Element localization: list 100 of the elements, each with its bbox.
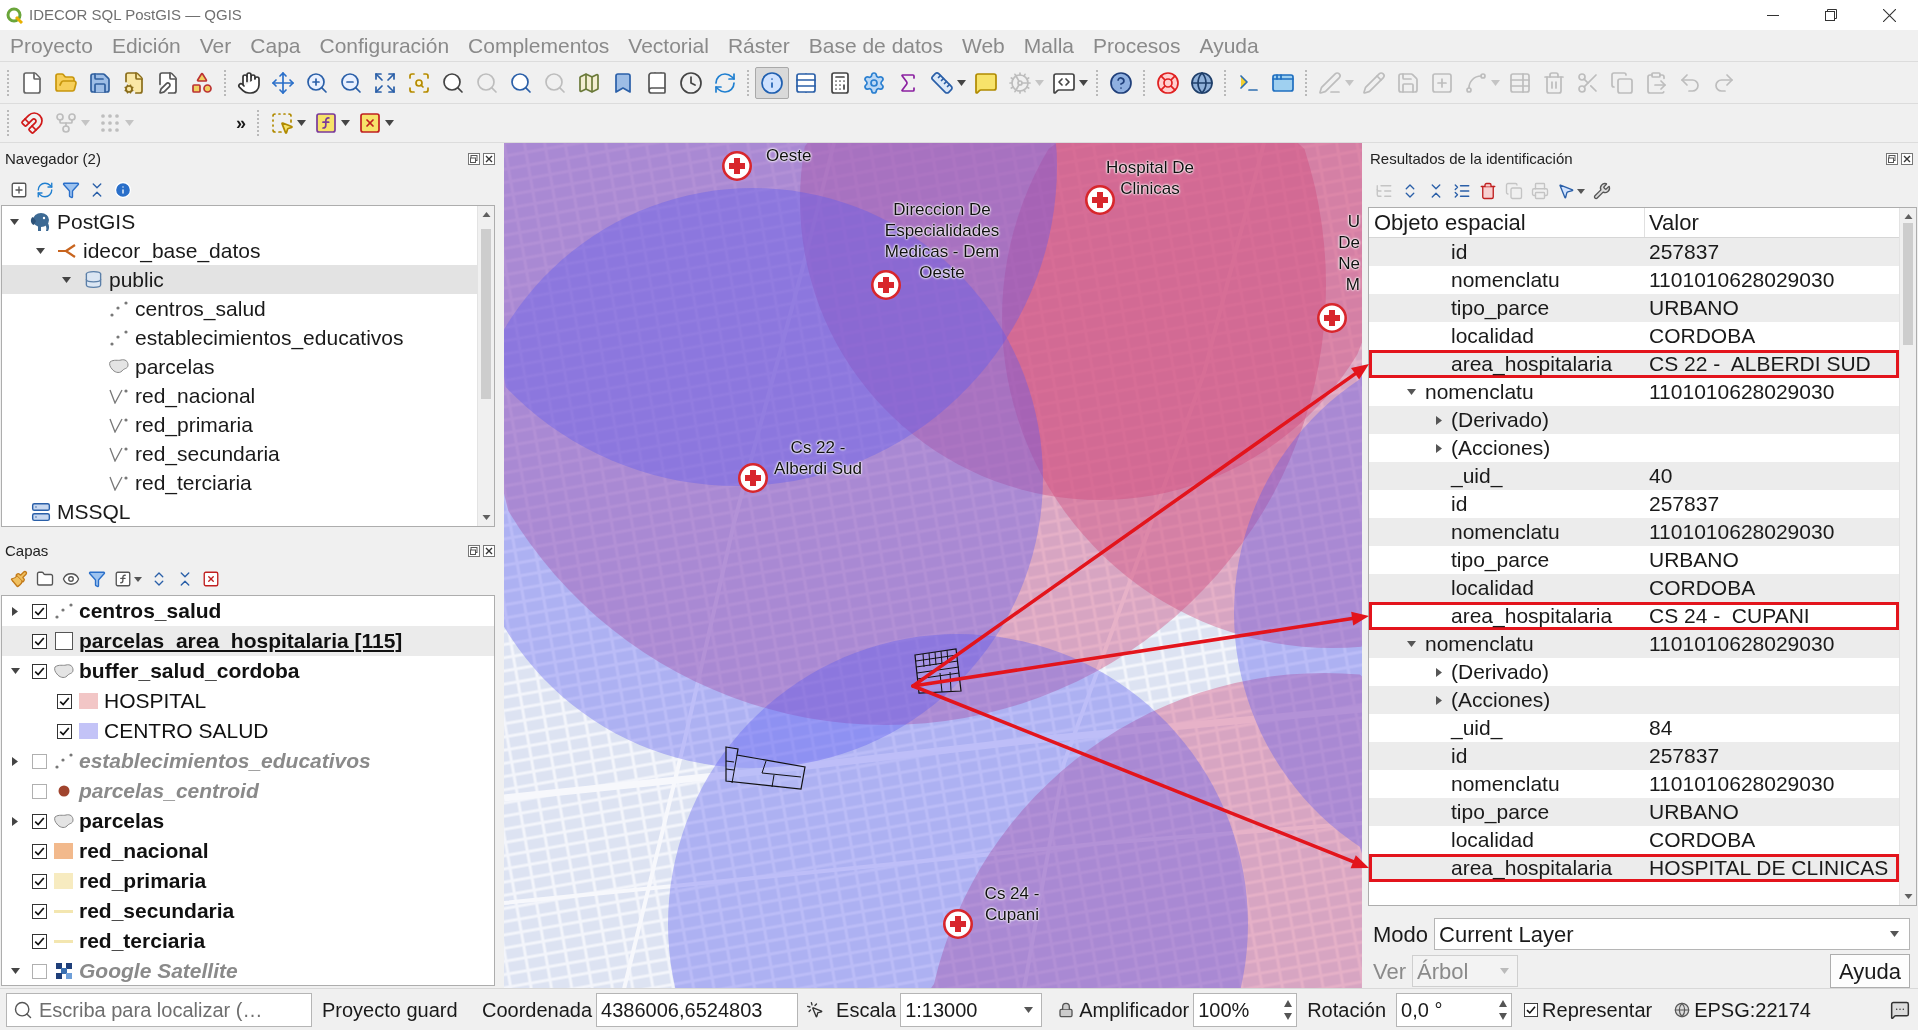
layer-item[interactable]: HOSPITAL xyxy=(2,686,494,716)
save-icon[interactable] xyxy=(88,70,112,95)
caret-down-icon[interactable] xyxy=(1406,389,1416,395)
caret-right-icon[interactable] xyxy=(1436,667,1442,677)
filter-icon[interactable] xyxy=(62,181,80,199)
close-icon[interactable] xyxy=(483,153,495,165)
globe-icon[interactable] xyxy=(1190,70,1214,95)
close-icon[interactable] xyxy=(1901,153,1913,165)
trash-icon[interactable] xyxy=(1479,182,1497,200)
caret-right-icon[interactable] xyxy=(12,756,18,766)
tree-item[interactable]: establecimientos_educativos xyxy=(2,323,477,352)
caret-down-icon[interactable] xyxy=(10,968,20,974)
calculator-icon[interactable] xyxy=(828,70,852,95)
caret-down-icon[interactable] xyxy=(134,576,142,582)
caret-down-icon[interactable] xyxy=(1890,931,1899,937)
pointer-icon[interactable] xyxy=(806,1000,825,1019)
move-arrows-icon[interactable] xyxy=(271,70,295,95)
crs-button[interactable]: EPSG:22174 xyxy=(1674,994,1811,1025)
checkbox[interactable] xyxy=(32,813,47,829)
result-row[interactable]: localidad CORDOBA xyxy=(1369,574,1899,602)
result-row[interactable]: nomenclatu 1101010628029030 xyxy=(1369,630,1899,658)
ruler-icon[interactable] xyxy=(930,70,954,95)
tree-item[interactable]: red_secundaria xyxy=(2,439,477,468)
caret-down-icon[interactable] xyxy=(341,120,350,126)
clock-icon[interactable] xyxy=(679,70,703,95)
magnifier-spinbox[interactable]: 100% xyxy=(1193,992,1298,1027)
tree-item[interactable]: red_terciaria xyxy=(2,468,477,497)
expand-arrows-icon[interactable] xyxy=(373,70,397,95)
refresh-icon[interactable] xyxy=(36,181,54,199)
magnifier-icon[interactable] xyxy=(509,70,533,95)
help-icon[interactable] xyxy=(1109,70,1133,95)
document-pen-icon[interactable] xyxy=(156,70,180,95)
checkbox[interactable] xyxy=(32,633,47,649)
result-row[interactable]: (Acciones) xyxy=(1369,686,1899,714)
layer-item[interactable]: red_nacional xyxy=(2,836,494,866)
caret-right-icon[interactable] xyxy=(1436,695,1442,705)
caret-down-icon[interactable] xyxy=(957,79,966,86)
close-icon[interactable] xyxy=(1882,8,1896,22)
scroll-down-icon[interactable] xyxy=(481,515,491,520)
code-bubble-icon[interactable] xyxy=(1052,70,1076,95)
eye-icon[interactable] xyxy=(62,570,80,588)
caret-down-icon[interactable] xyxy=(385,120,394,126)
caret-right-icon[interactable] xyxy=(12,816,18,826)
caret-right-icon[interactable] xyxy=(12,606,18,616)
scroll-up-icon[interactable] xyxy=(481,212,491,217)
result-row[interactable]: area_hospitalaria CS 22 - ALBERDI SUD xyxy=(1369,350,1899,378)
mode-combobox[interactable]: Current Layer xyxy=(1434,918,1910,950)
locator-field[interactable]: Escriba para localizar (… xyxy=(6,992,312,1027)
folder-plus-icon[interactable] xyxy=(36,570,54,588)
result-row[interactable]: tipo_parce URBANO xyxy=(1369,294,1899,322)
caret-down-icon[interactable] xyxy=(1577,188,1585,194)
result-row[interactable]: area_hospitalaria CS 24 - CUPANI xyxy=(1369,602,1899,630)
checkbox[interactable] xyxy=(57,693,72,709)
layer-item[interactable]: parcelas xyxy=(2,806,494,836)
float-icon[interactable] xyxy=(1886,153,1898,165)
filter-icon[interactable] xyxy=(88,570,106,588)
caret-down-icon[interactable] xyxy=(1406,641,1416,647)
new-file-icon[interactable] xyxy=(20,70,44,95)
tree-item[interactable]: centros_salud xyxy=(2,294,477,323)
tree-item[interactable]: PostGIS xyxy=(2,207,477,236)
magnifier-icon[interactable] xyxy=(441,70,465,95)
result-row[interactable]: nomenclatu 1101010628029030 xyxy=(1369,518,1899,546)
checkbox[interactable] xyxy=(32,963,47,979)
caret-right-icon[interactable] xyxy=(1436,415,1442,425)
settings-icon[interactable] xyxy=(862,70,886,95)
caret-down-icon[interactable] xyxy=(9,218,19,225)
magnet-icon[interactable] xyxy=(20,111,44,135)
lifebuoy-icon[interactable] xyxy=(1156,70,1180,95)
scrollbar-thumb[interactable] xyxy=(481,229,491,399)
scrollbar[interactable] xyxy=(477,206,494,526)
result-row[interactable]: area_hospitalaria HOSPITAL DE CLINICAS xyxy=(1369,854,1899,882)
layer-item[interactable]: CENTRO SALUD xyxy=(2,716,494,746)
coordinate-field[interactable]: 4386006,6524803 xyxy=(596,992,799,1027)
book-icon[interactable] xyxy=(645,70,669,95)
caret-down-icon[interactable] xyxy=(10,668,20,674)
shapes-icon[interactable] xyxy=(190,70,214,95)
restore-icon[interactable] xyxy=(1825,9,1837,21)
result-row[interactable]: _uid_ 40 xyxy=(1369,462,1899,490)
hand-icon[interactable] xyxy=(237,70,261,95)
paintbrush-icon[interactable] xyxy=(10,570,28,588)
scroll-up-icon[interactable] xyxy=(1903,214,1913,219)
function-icon[interactable] xyxy=(114,570,132,588)
layer-item[interactable]: red_terciaria xyxy=(2,926,494,956)
scrollbar-thumb[interactable] xyxy=(1903,223,1913,345)
checkbox[interactable] xyxy=(32,873,47,889)
square-x-icon[interactable] xyxy=(202,570,220,588)
scale-combobox[interactable]: 1:13000 xyxy=(900,992,1043,1027)
caret-down-icon[interactable] xyxy=(297,120,306,126)
checkbox[interactable] xyxy=(57,723,72,739)
layer-item[interactable]: parcelas_area_hospitalaria [115] xyxy=(2,626,494,656)
column-header[interactable]: Valor xyxy=(1645,208,1899,237)
scrollbar[interactable] xyxy=(1899,208,1916,905)
speech-bubble-icon[interactable] xyxy=(974,70,998,95)
zoom-out-icon[interactable] xyxy=(339,70,363,95)
tree-item[interactable]: red_primaria xyxy=(2,410,477,439)
cursor-icon[interactable] xyxy=(1557,182,1575,200)
layer-item[interactable]: red_primaria xyxy=(2,866,494,896)
info-icon[interactable] xyxy=(114,181,132,199)
tree-item[interactable]: public xyxy=(2,265,477,294)
caret-down-icon[interactable] xyxy=(35,247,45,254)
